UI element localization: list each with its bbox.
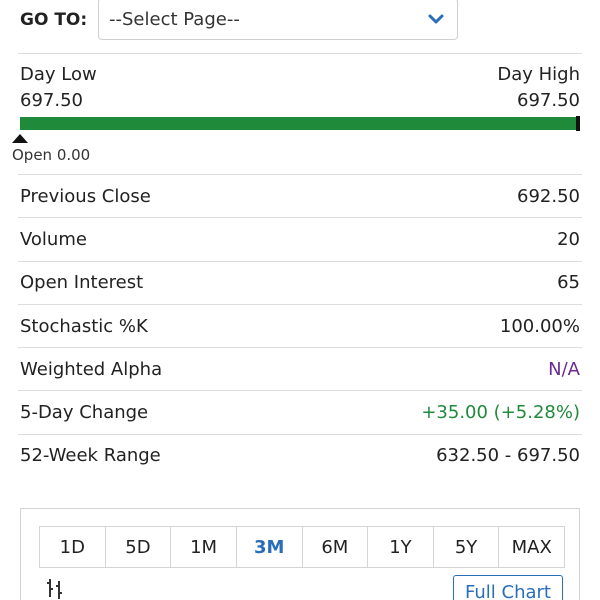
period-selector: 1D 5D 1M 3M 6M 1Y 5Y MAX <box>39 526 565 568</box>
stat-row: Open Interest 65 <box>18 260 582 304</box>
day-range-end-marker <box>576 116 580 131</box>
chart-type-icon[interactable] <box>43 577 67 599</box>
page-select-value: --Select Page-- <box>109 8 240 30</box>
day-low-value: 697.50 <box>20 90 83 111</box>
stat-value: N/A <box>548 358 580 380</box>
divider <box>18 53 582 54</box>
stat-row: Previous Close 692.50 <box>18 174 582 217</box>
day-high-value: 697.50 <box>517 90 580 111</box>
stat-row: 5-Day Change +35.00 (+5.28%) <box>18 390 582 433</box>
stat-label: Previous Close <box>20 185 151 207</box>
stat-label: 5-Day Change <box>20 402 149 424</box>
page-select[interactable]: --Select Page-- <box>98 0 458 40</box>
stat-row: Stochastic %K 100.00% <box>18 303 582 347</box>
stat-value: +35.00 (+5.28%) <box>421 402 580 424</box>
day-range-fill <box>20 117 580 130</box>
full-chart-button[interactable]: Full Chart <box>453 575 563 600</box>
stat-value: 100.00% <box>499 315 580 337</box>
stat-value: 632.50 - 697.50 <box>436 445 580 467</box>
stats-list: Previous Close 692.50 Volume 20 Open Interes… <box>18 174 582 477</box>
stat-label: Weighted Alpha <box>20 358 163 380</box>
stat-label: Stochastic %K <box>20 315 148 337</box>
period-button-1m[interactable]: 1M <box>170 527 236 567</box>
day-range-bar <box>20 116 580 131</box>
stat-value: 20 <box>557 228 580 250</box>
stat-row: Weighted Alpha N/A <box>18 347 582 390</box>
day-high-label: Day High <box>497 64 580 85</box>
stat-label: 52-Week Range <box>20 445 161 467</box>
open-marker-icon <box>12 134 28 143</box>
period-button-5y[interactable]: 5Y <box>432 527 499 567</box>
open-label: Open 0.00 <box>12 146 91 164</box>
stat-label: Open Interest <box>20 272 144 294</box>
period-button-1y[interactable]: 1Y <box>367 527 433 567</box>
stat-row: Volume 20 <box>18 217 582 260</box>
period-button-6m[interactable]: 6M <box>301 527 368 567</box>
stat-value: 692.50 <box>517 185 580 207</box>
chevron-down-icon <box>428 14 444 24</box>
chart-panel: 1D 5D 1M 3M 6M 1Y 5Y MAX Full Chart <box>20 508 580 600</box>
stat-label: Volume <box>20 228 87 250</box>
stat-value: 65 <box>557 272 580 294</box>
period-button-5d[interactable]: 5D <box>104 527 171 567</box>
period-button-3m[interactable]: 3M <box>235 527 302 567</box>
stat-row: 52-Week Range 632.50 - 697.50 <box>18 433 582 477</box>
goto-label: GO TO: <box>20 10 88 30</box>
day-low-label: Day Low <box>20 64 97 85</box>
period-button-1d[interactable]: 1D <box>40 527 105 567</box>
period-button-max[interactable]: MAX <box>498 527 564 567</box>
